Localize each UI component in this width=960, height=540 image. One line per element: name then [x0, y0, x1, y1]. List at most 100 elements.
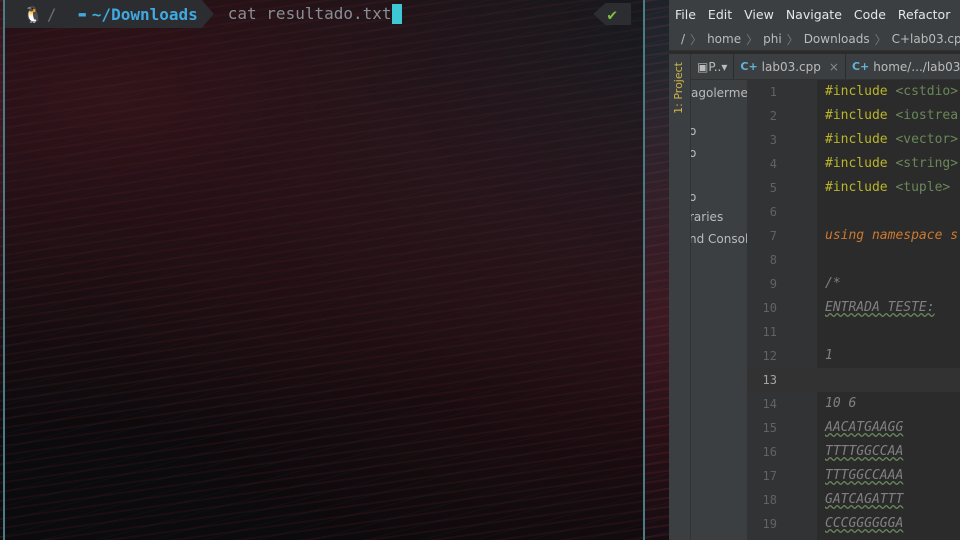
comment: /* [825, 276, 841, 291]
editor-tab[interactable]: C+ home/.../lab03 [846, 54, 960, 79]
breadcrumb-separator: 〉 [690, 32, 703, 47]
code-line[interactable]: 12 1 [747, 344, 960, 368]
command-text: cat resultado.txt [227, 3, 392, 23]
editor-tab-bar: ▣ P..▾ C+ lab03.cpp × C+ home/.../lab03 [691, 54, 960, 80]
keyword: #include [825, 180, 888, 195]
code-line[interactable]: 6 [747, 200, 960, 224]
menu-refactor[interactable]: Refactor [892, 7, 956, 22]
line-number: 11 [762, 325, 777, 339]
line-number: 10 [762, 301, 777, 315]
comment: TTTGGCCAAA [825, 468, 904, 483]
project-tree-item[interactable]: o [691, 190, 696, 204]
code-line[interactable]: 10 ENTRADA TESTE: [747, 296, 960, 320]
breadcrumb: /〉home〉phi〉Downloads〉C+ lab03.cpp [669, 28, 960, 51]
project-panel[interactable]: agolermeiooorariesnd Console [691, 80, 747, 540]
code-line[interactable]: 2 #include <iostrea [747, 104, 960, 128]
line-number: 13 [762, 373, 777, 387]
code-line[interactable]: 17 TTTGGCCAAA [747, 464, 960, 488]
project-view-icon: ▣ [697, 59, 709, 74]
close-icon[interactable]: × [829, 60, 839, 74]
prompt-dir-segment: ▬ ~/Downloads [69, 0, 214, 28]
code-line[interactable]: 5 #include <tuple> [747, 176, 960, 200]
code-line[interactable]: 14 10 6 [747, 392, 960, 416]
comment: 10 6 [825, 396, 857, 411]
project-tool-button[interactable]: 1: Project [672, 62, 685, 114]
menu-view[interactable]: View [738, 7, 780, 22]
line-number: 8 [769, 253, 777, 267]
code-text: ENTRADA TESTE: [825, 296, 935, 320]
comment: 1 [825, 348, 833, 363]
keyword: #include [825, 84, 888, 99]
checkmark-icon: ✔ [607, 4, 617, 24]
prompt-os-segment: 🐧 / [5, 0, 69, 28]
include-header: <vector> [895, 132, 959, 147]
code-text: using namespace s [825, 224, 958, 248]
menu-navigate[interactable]: Navigate [780, 7, 848, 22]
ide-window[interactable]: FileEditViewNavigateCodeRefactorBui /〉ho… [669, 0, 960, 540]
code-line[interactable]: 3 #include <vector> [747, 128, 960, 152]
include-header: <string> [895, 156, 959, 171]
cpp-file-icon: C+ [740, 60, 758, 73]
breadcrumb-item[interactable]: phi [763, 32, 782, 46]
menu-code[interactable]: Code [848, 7, 892, 22]
project-tree-item[interactable]: o [691, 124, 696, 138]
editor-tab[interactable]: C+ lab03.cpp × [734, 54, 846, 79]
code-line[interactable]: 9 /* [747, 272, 960, 296]
keyword: #include [825, 156, 888, 171]
menu-bui[interactable]: Bui [956, 7, 960, 22]
project-tree-item[interactable]: agolermei [691, 86, 747, 100]
line-number: 12 [762, 349, 777, 363]
line-number: 1 [769, 85, 777, 99]
comment: AACATGAAGG [825, 420, 904, 435]
breadcrumb-separator: 〉 [746, 32, 759, 47]
tool-window-strip: 1: Project [669, 54, 691, 540]
code-line[interactable]: 18 GATCAGATTT [747, 488, 960, 512]
project-tree-item[interactable]: nd Console [691, 232, 747, 246]
code-line[interactable]: 11 [747, 320, 960, 344]
code-text: #include <tuple> [825, 176, 950, 200]
line-number: 18 [762, 493, 777, 507]
breadcrumb-item[interactable]: lab03.cpp [910, 32, 960, 46]
code-text: TTTTGGCCAA [825, 440, 903, 464]
code-line[interactable]: 4 #include <string> [747, 152, 960, 176]
tab-label: P..▾ [708, 59, 728, 74]
include-header: <iostrea [895, 108, 959, 123]
code-line[interactable]: 8 [747, 248, 960, 272]
code-text: CCCGGGGGGA [825, 512, 903, 536]
prompt-status-segment: ✔ [593, 3, 631, 25]
code-line[interactable]: 7 using namespace s [747, 224, 960, 248]
folder-icon: ▬ [78, 7, 86, 21]
code-text: #include <string> [825, 152, 958, 176]
menu-edit[interactable]: Edit [702, 7, 738, 22]
line-number: 5 [769, 181, 777, 195]
line-number: 14 [762, 397, 777, 411]
line-number: 15 [762, 421, 777, 435]
terminal-window[interactable]: 🐧 / ▬ ~/Downloads cat resultado.txt ✔ [3, 0, 645, 540]
code-line[interactable]: 19 CCCGGGGGGA [747, 512, 960, 536]
terminal-command[interactable]: cat resultado.txt [228, 4, 402, 25]
code-editor[interactable]: 1 #include <cstdio> 2 #include <iostrea 3 #in… [747, 80, 960, 540]
cpp-file-icon: C+ [851, 60, 870, 73]
code-text: #include <iostrea [825, 104, 958, 128]
breadcrumb-item[interactable]: Downloads [804, 32, 870, 46]
breadcrumb-item[interactable]: home [707, 32, 741, 46]
code-line[interactable]: 15 AACATGAAGG [747, 416, 960, 440]
line-number: 6 [769, 205, 777, 219]
breadcrumb-separator: 〉 [874, 32, 887, 47]
code-line[interactable]: 1 #include <cstdio> [747, 80, 960, 104]
editor-tab[interactable]: ▣ P..▾ [691, 54, 735, 79]
code-line[interactable]: 16 TTTTGGCCAA [747, 440, 960, 464]
line-number: 19 [762, 517, 777, 531]
code-text: 1 [825, 344, 833, 368]
line-number: 4 [769, 157, 777, 171]
menu-file[interactable]: File [669, 7, 702, 22]
project-tree-item[interactable]: o [691, 146, 696, 160]
keyword: using namespace s [825, 228, 959, 243]
include-header: <cstdio> [895, 84, 959, 99]
terminal-prompt-line[interactable]: 🐧 / ▬ ~/Downloads cat resultado.txt ✔ [5, 0, 643, 28]
code-line[interactable]: 13 [747, 368, 960, 392]
breadcrumb-separator: 〉 [786, 32, 799, 47]
project-tree-item[interactable]: raries [691, 210, 723, 224]
line-number: 9 [769, 277, 777, 291]
code-text: TTTGGCCAAA [825, 464, 903, 488]
